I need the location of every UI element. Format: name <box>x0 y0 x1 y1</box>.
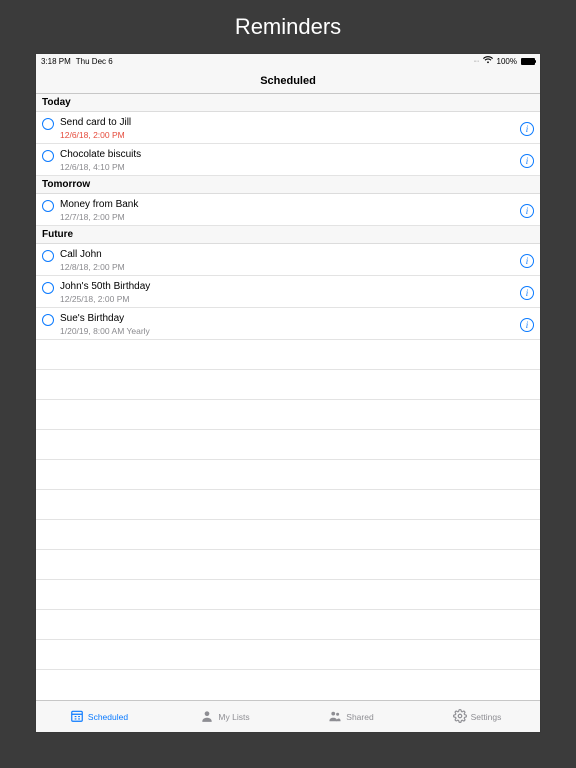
section-header-future: Future <box>36 226 540 244</box>
empty-row <box>36 430 540 460</box>
reminder-subtitle: 12/7/18, 2:00 PM <box>60 212 520 223</box>
section-header-tomorrow: Tomorrow <box>36 176 540 194</box>
status-bar: 3:18 PM Thu Dec 6 ···· 100% <box>36 54 540 68</box>
navbar: Scheduled <box>36 68 540 94</box>
complete-toggle[interactable] <box>42 150 54 162</box>
tab-label: Scheduled <box>88 712 128 722</box>
tab-scheduled[interactable]: Scheduled <box>36 709 162 725</box>
reminder-row[interactable]: Call John 12/8/18, 2:00 PM i <box>36 244 540 276</box>
reminder-title: Send card to Jill <box>60 116 520 129</box>
app-frame: Reminders 3:18 PM Thu Dec 6 ···· 100% Sc… <box>0 0 576 768</box>
tab-mylists[interactable]: My Lists <box>162 709 288 725</box>
reminder-body: John's 50th Birthday 12/25/18, 2:00 PM <box>60 280 520 305</box>
empty-row <box>36 460 540 490</box>
statusbar-date: Thu Dec 6 <box>76 57 113 66</box>
battery-icon <box>521 58 535 65</box>
complete-toggle[interactable] <box>42 282 54 294</box>
reminder-body: Sue's Birthday 1/20/19, 8:00 AM Yearly <box>60 312 520 337</box>
loading-dots-icon: ···· <box>473 58 478 65</box>
reminder-subtitle: 12/8/18, 2:00 PM <box>60 262 520 273</box>
tab-label: My Lists <box>218 712 249 722</box>
info-button[interactable]: i <box>520 122 534 136</box>
person-icon <box>200 709 214 725</box>
reminder-body: Call John 12/8/18, 2:00 PM <box>60 248 520 273</box>
statusbar-time: 3:18 PM <box>41 57 71 66</box>
complete-toggle[interactable] <box>42 200 54 212</box>
empty-row <box>36 550 540 580</box>
gear-icon <box>453 709 467 725</box>
device-screen: 3:18 PM Thu Dec 6 ···· 100% Scheduled To… <box>36 54 540 732</box>
empty-row <box>36 610 540 640</box>
reminder-subtitle: 12/25/18, 2:00 PM <box>60 294 520 305</box>
tab-shared[interactable]: Shared <box>288 709 414 725</box>
tab-label: Shared <box>346 712 373 722</box>
complete-toggle[interactable] <box>42 250 54 262</box>
empty-row <box>36 640 540 670</box>
reminder-subtitle: 12/6/18, 2:00 PM <box>60 130 520 141</box>
empty-row <box>36 340 540 370</box>
reminder-body: Money from Bank 12/7/18, 2:00 PM <box>60 198 520 223</box>
reminder-title: Chocolate biscuits <box>60 148 520 161</box>
info-button[interactable]: i <box>520 286 534 300</box>
reminder-title: Money from Bank <box>60 198 520 211</box>
reminder-title: Call John <box>60 248 520 261</box>
info-button[interactable]: i <box>520 154 534 168</box>
tab-bar: Scheduled My Lists Shared Settings <box>36 700 540 732</box>
reminder-row[interactable]: Sue's Birthday 1/20/19, 8:00 AM Yearly i <box>36 308 540 340</box>
reminder-body: Send card to Jill 12/6/18, 2:00 PM <box>60 116 520 141</box>
reminder-list[interactable]: Today Send card to Jill 12/6/18, 2:00 PM… <box>36 94 540 700</box>
complete-toggle[interactable] <box>42 314 54 326</box>
tab-settings[interactable]: Settings <box>414 709 540 725</box>
reminder-title: John's 50th Birthday <box>60 280 520 293</box>
tab-label: Settings <box>471 712 502 722</box>
reminder-row[interactable]: Send card to Jill 12/6/18, 2:00 PM i <box>36 112 540 144</box>
empty-row <box>36 580 540 610</box>
calendar-list-icon <box>70 709 84 725</box>
people-icon <box>328 709 342 725</box>
reminder-row[interactable]: John's 50th Birthday 12/25/18, 2:00 PM i <box>36 276 540 308</box>
empty-row <box>36 490 540 520</box>
wifi-icon <box>483 56 493 66</box>
info-button[interactable]: i <box>520 318 534 332</box>
reminder-row[interactable]: Chocolate biscuits 12/6/18, 4:10 PM i <box>36 144 540 176</box>
page-header: Reminders <box>235 14 341 40</box>
reminder-row[interactable]: Money from Bank 12/7/18, 2:00 PM i <box>36 194 540 226</box>
section-header-today: Today <box>36 94 540 112</box>
reminder-subtitle: 12/6/18, 4:10 PM <box>60 162 520 173</box>
info-button[interactable]: i <box>520 204 534 218</box>
reminder-title: Sue's Birthday <box>60 312 520 325</box>
info-button[interactable]: i <box>520 254 534 268</box>
statusbar-battery-pct: 100% <box>497 57 517 66</box>
empty-row <box>36 400 540 430</box>
complete-toggle[interactable] <box>42 118 54 130</box>
empty-row <box>36 520 540 550</box>
reminder-body: Chocolate biscuits 12/6/18, 4:10 PM <box>60 148 520 173</box>
navbar-title: Scheduled <box>260 75 316 87</box>
empty-row <box>36 370 540 400</box>
reminder-subtitle: 1/20/19, 8:00 AM Yearly <box>60 326 520 337</box>
